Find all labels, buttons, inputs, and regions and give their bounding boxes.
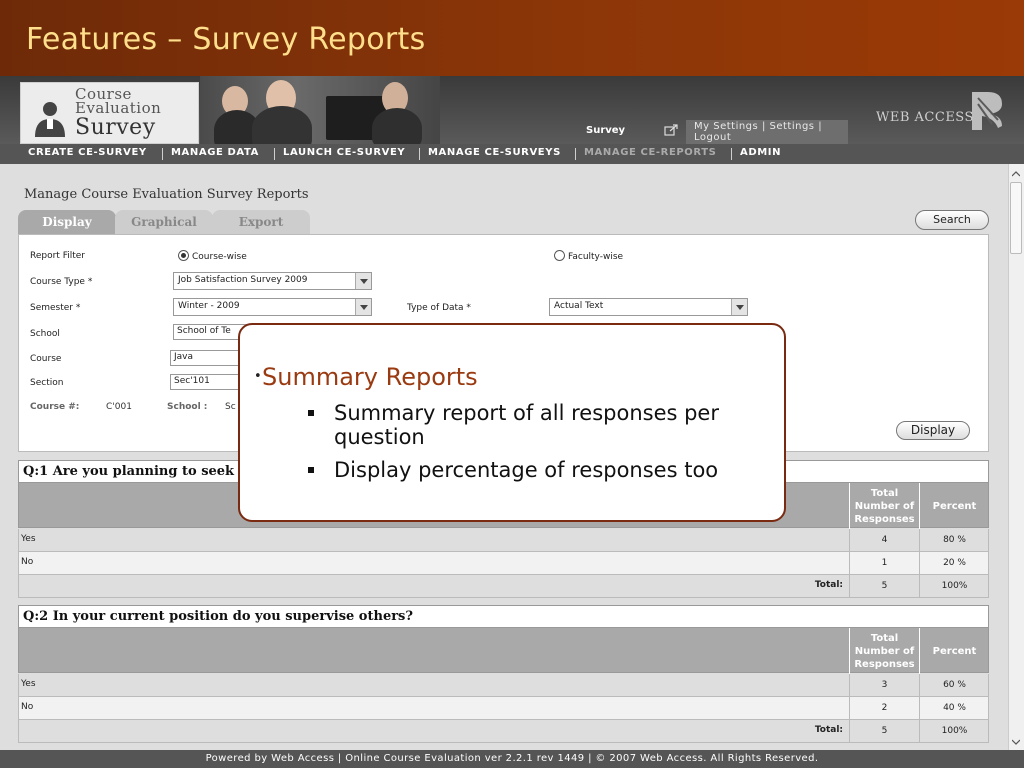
main-nav: CREATE CE-SURVEY MANAGE DATA LAUNCH CE-S… <box>0 144 1024 164</box>
percent-header: Percent <box>919 628 989 674</box>
banner-photo <box>200 76 440 144</box>
web-access-logo: WEB ACCESS <box>876 88 1006 132</box>
callout-item-2: Display percentage of responses too <box>334 458 719 482</box>
nav-create-ce-survey[interactable]: CREATE CE-SURVEY <box>28 147 147 158</box>
settings-link[interactable]: Settings <box>770 121 815 132</box>
table-total-row: Total: 5 100% <box>18 575 989 598</box>
scroll-thumb[interactable] <box>1010 182 1022 254</box>
table-total-row: Total: 5 100% <box>18 720 989 743</box>
app-logo[interactable]: Course Evaluation Survey <box>20 82 199 144</box>
semester-value: Winter - 2009 <box>178 301 240 311</box>
total-responses-header: Total Number of Responses <box>849 483 919 529</box>
logout-link[interactable]: Logout <box>694 132 731 143</box>
chevron-down-icon <box>355 273 371 289</box>
footer: Powered by Web Access | Online Course Ev… <box>0 750 1024 768</box>
logo-text: Course Evaluation Survey <box>75 87 161 141</box>
callout-item-1: Summary report of all responses per ques… <box>334 401 719 449</box>
course-label: Course <box>30 354 62 364</box>
semester-select[interactable]: Winter - 2009 <box>173 298 372 316</box>
course-wise-radio[interactable] <box>178 250 189 261</box>
chevron-down-icon <box>355 299 371 315</box>
survey-label: Survey <box>586 125 626 136</box>
question-2-title: Q:2 In your current position do you supe… <box>23 609 413 624</box>
logo-line-2: Evaluation <box>75 99 162 117</box>
question-2-title-bar: Q:2 In your current position do you supe… <box>18 605 989 628</box>
scroll-up-icon[interactable] <box>1012 170 1020 178</box>
summary-callout: • Summary Reports Summary report of all … <box>238 323 786 522</box>
faculty-wise-radio[interactable] <box>554 250 565 261</box>
total-responses-header: Total Number of Responses <box>849 628 919 674</box>
chevron-down-icon <box>731 299 747 315</box>
type-of-data-select[interactable]: Actual Text <box>549 298 748 316</box>
brand-name: WEB ACCESS <box>876 110 974 125</box>
course-wise-label: Course-wise <box>192 252 247 262</box>
course-number-value: C'001 <box>106 402 132 412</box>
question-1-title: Q:1 Are you planning to seek <box>23 464 235 479</box>
semester-label: Semester * <box>30 303 81 313</box>
question-2-table-header: Total Number of Responses Percent <box>18 627 989 674</box>
callout-bullet: • <box>254 369 262 384</box>
nav-admin[interactable]: ADMIN <box>740 147 781 158</box>
course-type-select[interactable]: Job Satisfaction Survey 2009 <box>173 272 372 290</box>
section-label: Section <box>30 378 64 388</box>
external-link-icon[interactable] <box>664 124 678 136</box>
user-links: My Settings | Settings | Logout <box>686 120 848 144</box>
school-info-label: School : <box>167 402 208 412</box>
type-of-data-value: Actual Text <box>554 301 604 311</box>
app-banner: Course Evaluation Survey Survey My Setti… <box>0 76 1024 144</box>
slide-title: Features – Survey Reports <box>26 22 426 57</box>
course-type-value: Job Satisfaction Survey 2009 <box>178 275 308 285</box>
course-number-label: Course #: <box>30 402 80 412</box>
square-bullet-icon <box>308 467 314 473</box>
slide-title-band: Features – Survey Reports <box>0 0 1024 76</box>
search-button[interactable]: Search <box>915 210 989 230</box>
tab-graphical[interactable]: Graphical <box>115 210 213 234</box>
page-heading: Manage Course Evaluation Survey Reports <box>24 187 309 202</box>
school-info-value: Sc <box>225 402 236 412</box>
person-icon <box>35 102 65 137</box>
nav-manage-ce-reports[interactable]: MANAGE CE-REPORTS <box>584 147 716 158</box>
callout-heading: Summary Reports <box>262 363 478 391</box>
report-filter-label: Report Filter <box>30 251 85 261</box>
table-row: No 1 20 % <box>18 552 989 575</box>
school-label: School <box>30 329 60 339</box>
display-button[interactable]: Display <box>896 421 970 440</box>
square-bullet-icon <box>308 410 314 416</box>
nav-launch-ce-survey[interactable]: LAUNCH CE-SURVEY <box>283 147 405 158</box>
percent-header: Percent <box>919 483 989 529</box>
scroll-down-icon[interactable] <box>1012 738 1020 746</box>
table-row: Yes 3 60 % <box>18 674 989 697</box>
nav-manage-data[interactable]: MANAGE DATA <box>171 147 259 158</box>
nav-manage-ce-surveys[interactable]: MANAGE CE-SURVEYS <box>428 147 561 158</box>
tab-display[interactable]: Display <box>18 210 116 234</box>
type-of-data-label: Type of Data * <box>407 303 471 313</box>
tab-export[interactable]: Export <box>212 210 310 234</box>
table-row: Yes 4 80 % <box>18 529 989 552</box>
table-row: No 2 40 % <box>18 697 989 720</box>
course-type-label: Course Type * <box>30 277 93 287</box>
faculty-wise-label: Faculty-wise <box>568 252 624 262</box>
my-settings-link[interactable]: My Settings <box>694 121 758 132</box>
logo-line-3: Survey <box>75 115 156 140</box>
